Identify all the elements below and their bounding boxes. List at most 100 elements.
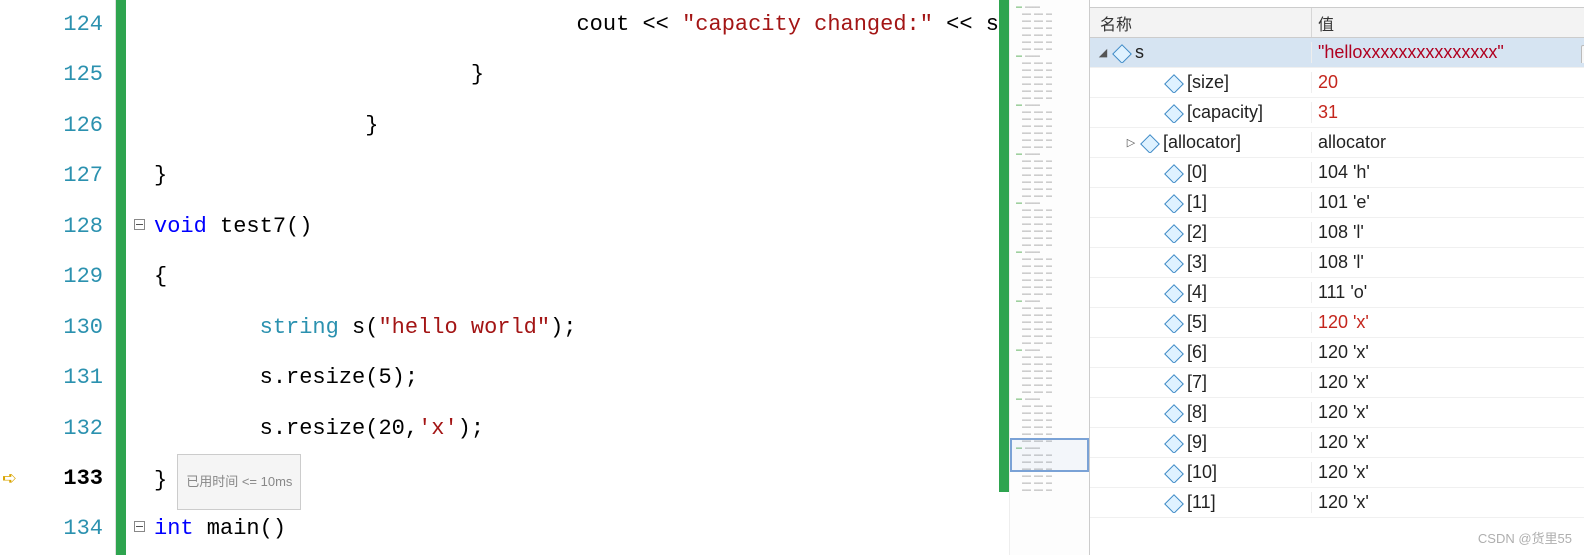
variable-name-cell[interactable]: [1] bbox=[1090, 192, 1312, 213]
variable-value-cell[interactable]: 120 'x' bbox=[1312, 492, 1584, 513]
code-line[interactable]: { bbox=[154, 252, 999, 302]
variable-row[interactable]: [size]20unsigne bbox=[1090, 68, 1584, 98]
expander-closed-icon[interactable]: ▷ bbox=[1124, 136, 1138, 150]
variable-name-cell[interactable]: [11] bbox=[1090, 492, 1312, 513]
variable-value: 101 'e' bbox=[1318, 192, 1370, 213]
variable-row[interactable]: ▷[allocator]allocatorstd::_Co bbox=[1090, 128, 1584, 158]
minimap-line: ▬▬▬ ▬▬▬ ▬▬ bbox=[1016, 403, 1083, 410]
variable-name-cell[interactable]: [10] bbox=[1090, 462, 1312, 483]
variable-name-cell[interactable]: [3] bbox=[1090, 252, 1312, 273]
expander-open-icon[interactable]: ◢ bbox=[1096, 46, 1110, 60]
code-line[interactable]: string s("hello world"); bbox=[154, 303, 999, 353]
code-line[interactable]: } bbox=[154, 101, 999, 151]
minimap-line: ▬▬▬ ▬▬▬ ▬▬ bbox=[1016, 319, 1083, 326]
variable-name-cell[interactable]: [9] bbox=[1090, 432, 1312, 453]
variable-value-cell[interactable]: 120 'x' bbox=[1312, 402, 1584, 423]
variable-name-cell[interactable]: [5] bbox=[1090, 312, 1312, 333]
token-kw: void bbox=[154, 214, 207, 239]
variable-icon bbox=[1165, 255, 1181, 271]
variable-value-cell[interactable]: 104 'h' bbox=[1312, 162, 1584, 183]
variable-name: [8] bbox=[1187, 402, 1207, 423]
variable-value-cell[interactable]: 120 'x' bbox=[1312, 312, 1584, 333]
variable-row[interactable]: [0]104 'h'char bbox=[1090, 158, 1584, 188]
minimap-line: ▬▬▬ ▬▬▬ ▬▬ bbox=[1016, 60, 1083, 67]
variable-name-cell[interactable]: [8] bbox=[1090, 402, 1312, 423]
token-plain: main() bbox=[194, 516, 286, 541]
variable-name-cell[interactable]: [7] bbox=[1090, 372, 1312, 393]
variable-value: 108 'l' bbox=[1318, 252, 1364, 273]
variable-name: [capacity] bbox=[1187, 102, 1263, 123]
variable-name-cell[interactable]: [2] bbox=[1090, 222, 1312, 243]
variable-name-cell[interactable]: [4] bbox=[1090, 282, 1312, 303]
variable-name-cell[interactable]: ▷[allocator] bbox=[1090, 132, 1312, 153]
code-area[interactable]: cout << "capacity changed:" << s } }}voi… bbox=[154, 0, 999, 555]
variable-icon bbox=[1165, 375, 1181, 391]
minimap-line: ▬▬▬ ▬▬▬ ▬▬ bbox=[1016, 74, 1083, 81]
minimap-line: ▬▬▬ ▬▬▬ ▬▬ bbox=[1016, 228, 1083, 235]
variable-value-cell[interactable]: 108 'l' bbox=[1312, 222, 1584, 243]
variable-value-cell[interactable]: 120 'x' bbox=[1312, 342, 1584, 363]
variable-row[interactable]: [9]120 'x'char bbox=[1090, 428, 1584, 458]
variable-row[interactable]: [8]120 'x'char bbox=[1090, 398, 1584, 428]
variable-value-cell[interactable]: 111 'o' bbox=[1312, 282, 1584, 303]
header-name[interactable]: 名称 bbox=[1090, 8, 1312, 37]
variable-value-cell[interactable]: 108 'l' bbox=[1312, 252, 1584, 273]
variable-row[interactable]: [10]120 'x'char bbox=[1090, 458, 1584, 488]
minimap-line: ▬▬ ▬▬▬▬▬ bbox=[1016, 347, 1083, 354]
variable-value: 120 'x' bbox=[1318, 432, 1369, 453]
variable-name-cell[interactable]: ◢s bbox=[1090, 42, 1312, 63]
code-line[interactable]: }已用时间 <= 10ms bbox=[154, 454, 999, 504]
variable-value-cell[interactable]: 120 'x' bbox=[1312, 372, 1584, 393]
collapse-toggle-icon[interactable] bbox=[134, 521, 145, 532]
variable-name-cell[interactable]: [capacity] bbox=[1090, 102, 1312, 123]
variable-row[interactable]: [6]120 'x'char bbox=[1090, 338, 1584, 368]
variable-value: 108 'l' bbox=[1318, 222, 1364, 243]
variable-value-cell[interactable]: 120 'x' bbox=[1312, 462, 1584, 483]
variable-row[interactable]: [4]111 'o'char bbox=[1090, 278, 1584, 308]
minimap-line: ▬▬▬ ▬▬▬ ▬▬ bbox=[1016, 130, 1083, 137]
header-value[interactable]: 值 bbox=[1312, 8, 1584, 37]
variable-name-cell[interactable]: [0] bbox=[1090, 162, 1312, 183]
minimap-viewport[interactable] bbox=[1010, 438, 1089, 472]
variables-panel[interactable]: 名称 值 类型 ◢s"helloxxxxxxxxxxxxxxx"查看std::s… bbox=[1089, 0, 1584, 555]
panel-body[interactable]: ◢s"helloxxxxxxxxxxxxxxx"查看std::strin[siz… bbox=[1090, 38, 1584, 555]
code-editor[interactable]: ➪ 124125126127128129130131132133134 cout… bbox=[0, 0, 1089, 555]
variable-icon bbox=[1141, 135, 1157, 151]
variable-name-cell[interactable]: [size] bbox=[1090, 72, 1312, 93]
code-line[interactable]: cout << "capacity changed:" << s bbox=[154, 0, 999, 50]
variable-row[interactable]: [1]101 'e'char bbox=[1090, 188, 1584, 218]
variable-value-cell[interactable]: allocator bbox=[1312, 132, 1584, 153]
variable-row[interactable]: [7]120 'x'char bbox=[1090, 368, 1584, 398]
variable-row[interactable]: [2]108 'l'char bbox=[1090, 218, 1584, 248]
code-line[interactable]: } bbox=[154, 151, 999, 201]
code-line[interactable]: void test7() bbox=[154, 202, 999, 252]
variable-row[interactable]: [5]120 'x'char bbox=[1090, 308, 1584, 338]
variable-row[interactable]: [capacity]31unsigne bbox=[1090, 98, 1584, 128]
variable-name-cell[interactable]: [6] bbox=[1090, 342, 1312, 363]
panel-header[interactable]: 名称 值 类型 bbox=[1090, 8, 1584, 38]
code-line[interactable]: } bbox=[154, 50, 999, 100]
variable-row[interactable]: ◢s"helloxxxxxxxxxxxxxxx"查看std::strin bbox=[1090, 38, 1584, 68]
minimap-line: ▬▬▬ ▬▬▬ ▬▬ bbox=[1016, 382, 1083, 389]
variable-value: "helloxxxxxxxxxxxxxxx" bbox=[1318, 42, 1504, 63]
collapse-toggle-icon[interactable] bbox=[134, 219, 145, 230]
variable-name: [0] bbox=[1187, 162, 1207, 183]
fold-gutter[interactable] bbox=[126, 0, 154, 555]
minimap-line: ▬▬▬ ▬▬▬ ▬▬ bbox=[1016, 116, 1083, 123]
variable-row[interactable]: [3]108 'l'char bbox=[1090, 248, 1584, 278]
change-indicator-left bbox=[116, 0, 126, 555]
code-line[interactable]: int main() bbox=[154, 504, 999, 554]
variable-value-cell[interactable]: "helloxxxxxxxxxxxxxxx"查看 bbox=[1312, 42, 1584, 63]
token-plain: } bbox=[154, 468, 167, 493]
code-line[interactable]: s.resize(20,'x'); bbox=[154, 404, 999, 454]
minimap-line: ▬▬▬ ▬▬▬ ▬▬ bbox=[1016, 284, 1083, 291]
variable-value-cell[interactable]: 120 'x' bbox=[1312, 432, 1584, 453]
minimap-line: ▬▬▬ ▬▬▬ ▬▬ bbox=[1016, 256, 1083, 263]
variable-value-cell[interactable]: 20 bbox=[1312, 72, 1584, 93]
variable-row[interactable]: [11]120 'x'char bbox=[1090, 488, 1584, 518]
variable-value: 20 bbox=[1318, 72, 1338, 93]
variable-value-cell[interactable]: 31 bbox=[1312, 102, 1584, 123]
code-line[interactable]: s.resize(5); bbox=[154, 353, 999, 403]
minimap[interactable]: ▬▬ ▬▬▬▬▬ ▬▬▬ ▬▬▬ ▬▬ ▬▬▬ ▬▬▬ ▬▬ ▬▬▬ ▬▬▬ ▬… bbox=[1009, 0, 1089, 555]
variable-value-cell[interactable]: 101 'e' bbox=[1312, 192, 1584, 213]
